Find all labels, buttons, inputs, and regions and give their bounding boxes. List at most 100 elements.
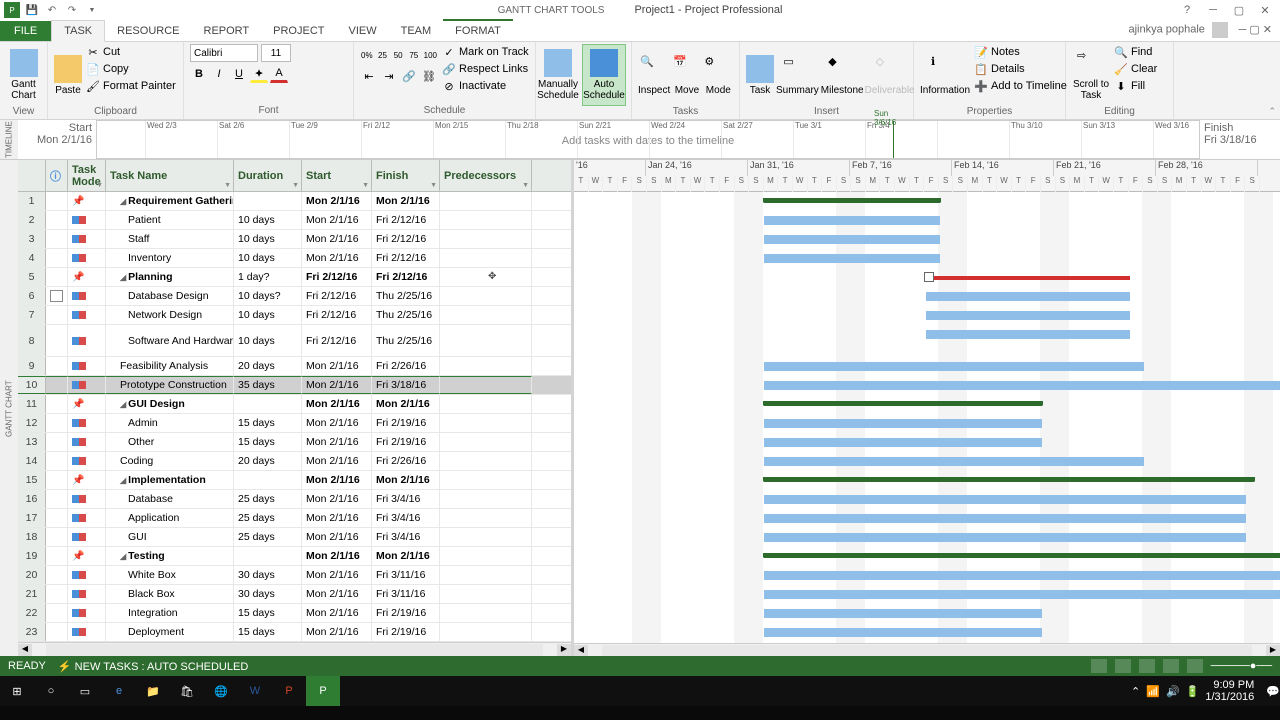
- cell[interactable]: [46, 528, 68, 546]
- find-button[interactable]: 🔍Find: [1112, 44, 1159, 60]
- cell[interactable]: Mon 2/1/16: [302, 604, 372, 622]
- cell[interactable]: Mon 2/1/16: [302, 452, 372, 470]
- cell[interactable]: Black Box: [106, 585, 234, 603]
- cell[interactable]: Fri 2/12/16: [302, 268, 372, 286]
- cell[interactable]: Application: [106, 509, 234, 527]
- notifications-icon[interactable]: 💬: [1266, 685, 1280, 698]
- table-row[interactable]: 14Coding20 daysMon 2/1/16Fri 2/26/16: [18, 452, 571, 471]
- cell[interactable]: [68, 433, 106, 451]
- tray-up-icon[interactable]: ⌃: [1131, 685, 1140, 698]
- manually-schedule-button[interactable]: Manually Schedule: [536, 44, 580, 106]
- chart-row[interactable]: [574, 528, 1280, 547]
- cell[interactable]: 10 days: [234, 325, 302, 356]
- cell[interactable]: [46, 585, 68, 603]
- table-row[interactable]: 13Other15 daysMon 2/1/16Fri 2/19/16: [18, 433, 571, 452]
- cell[interactable]: Fri 2/26/16: [372, 452, 440, 470]
- redo-icon[interactable]: ↷: [64, 2, 80, 18]
- cell[interactable]: [440, 528, 532, 546]
- undo-icon[interactable]: ↶: [44, 2, 60, 18]
- gantt-bar[interactable]: [926, 311, 1130, 320]
- inactivate-button[interactable]: ⊘Inactivate: [440, 78, 531, 94]
- cell[interactable]: [440, 357, 532, 375]
- cell[interactable]: 4: [18, 249, 46, 267]
- cell[interactable]: 10 days?: [234, 287, 302, 305]
- table-row[interactable]: 6Database Design10 days?Fri 2/12/16Thu 2…: [18, 287, 571, 306]
- col-start[interactable]: Start▼: [302, 160, 372, 191]
- cell[interactable]: Fri 3/11/16: [372, 585, 440, 603]
- chart-row[interactable]: [574, 287, 1280, 306]
- chart-row[interactable]: [574, 306, 1280, 325]
- fill-color-button[interactable]: 🟆: [250, 65, 268, 83]
- cell[interactable]: 3: [18, 230, 46, 248]
- cell[interactable]: GUI: [106, 528, 234, 546]
- cell[interactable]: 15 days: [234, 414, 302, 432]
- cell[interactable]: Other: [106, 433, 234, 451]
- cell[interactable]: Database Design: [106, 287, 234, 305]
- cell[interactable]: Mon 2/1/16: [302, 433, 372, 451]
- cell[interactable]: [46, 249, 68, 267]
- cell[interactable]: [68, 414, 106, 432]
- cell[interactable]: Mon 2/1/16: [302, 249, 372, 267]
- chart-row[interactable]: [574, 566, 1280, 585]
- col-predecessors[interactable]: Predecessors▼: [440, 160, 532, 191]
- cell[interactable]: [440, 211, 532, 229]
- cell[interactable]: 17: [18, 509, 46, 527]
- cell[interactable]: Fri 3/4/16: [372, 528, 440, 546]
- gantt-bar[interactable]: [764, 553, 1280, 558]
- table-row[interactable]: 7Network Design10 daysFri 2/12/16Thu 2/2…: [18, 306, 571, 325]
- cell[interactable]: 14: [18, 452, 46, 470]
- copy-button[interactable]: 📄Copy: [84, 61, 178, 77]
- start-icon[interactable]: ⊞: [0, 676, 34, 706]
- cell[interactable]: Fri 2/12/16: [372, 268, 440, 286]
- summary-button[interactable]: ▭Summary: [776, 44, 819, 106]
- gantt-bar[interactable]: [764, 235, 940, 244]
- cell[interactable]: Thu 2/25/16: [372, 325, 440, 356]
- cell[interactable]: [68, 623, 106, 641]
- cell[interactable]: 20 days: [234, 357, 302, 375]
- zoom-slider[interactable]: ─────●──: [1211, 660, 1272, 672]
- explorer-icon[interactable]: 📁: [136, 676, 170, 706]
- cell[interactable]: 5: [18, 268, 46, 286]
- gantt-bar[interactable]: [764, 419, 1042, 428]
- cell[interactable]: Mon 2/1/16: [302, 471, 372, 489]
- indent-button[interactable]: ⇥: [380, 67, 398, 85]
- cell[interactable]: Deployment: [106, 623, 234, 641]
- milestone-icon[interactable]: [924, 272, 934, 282]
- cell[interactable]: [440, 623, 532, 641]
- gantt-bar[interactable]: [926, 292, 1130, 301]
- gantt-chart-button[interactable]: Gantt Chart: [6, 44, 41, 106]
- cell[interactable]: [46, 325, 68, 356]
- cell[interactable]: Fri 3/11/16: [372, 566, 440, 584]
- gantt-bar[interactable]: [764, 628, 1042, 637]
- cell[interactable]: [46, 490, 68, 508]
- col-info[interactable]: ⓘ: [46, 160, 68, 191]
- cell[interactable]: 10 days: [234, 249, 302, 267]
- chart-row[interactable]: [574, 433, 1280, 452]
- paste-button[interactable]: Paste: [54, 44, 82, 106]
- cell[interactable]: 15: [18, 471, 46, 489]
- cell[interactable]: White Box: [106, 566, 234, 584]
- chart-row[interactable]: [574, 623, 1280, 642]
- cell[interactable]: 22: [18, 604, 46, 622]
- cell[interactable]: 35 days: [234, 376, 302, 394]
- help-icon[interactable]: ?: [1176, 1, 1198, 19]
- cell[interactable]: Mon 2/1/16: [302, 211, 372, 229]
- cell[interactable]: [440, 471, 532, 489]
- table-row[interactable]: 10Prototype Construction35 daysMon 2/1/1…: [18, 376, 571, 395]
- pct100-button[interactable]: 100: [423, 46, 438, 64]
- table-row[interactable]: 17Application25 daysMon 2/1/16Fri 3/4/16: [18, 509, 571, 528]
- milestone-button[interactable]: ◆Milestone: [821, 44, 864, 106]
- cell[interactable]: [68, 528, 106, 546]
- cell[interactable]: [68, 357, 106, 375]
- cell[interactable]: Mon 2/1/16: [302, 414, 372, 432]
- cell[interactable]: 📌: [68, 547, 106, 565]
- cell[interactable]: [440, 509, 532, 527]
- user-signin[interactable]: ajinkya pophale ─ ▢ ✕: [1128, 22, 1272, 38]
- table-row[interactable]: 3Staff10 daysMon 2/1/16Fri 2/12/16: [18, 230, 571, 249]
- taskview-icon[interactable]: ▭: [68, 676, 102, 706]
- cell[interactable]: Prototype Construction: [106, 376, 234, 394]
- cell[interactable]: 15 days: [234, 433, 302, 451]
- cell[interactable]: [46, 471, 68, 489]
- table-row[interactable]: 15📌◢ImplementationMon 2/1/16Mon 2/1/16: [18, 471, 571, 490]
- cell[interactable]: [46, 395, 68, 413]
